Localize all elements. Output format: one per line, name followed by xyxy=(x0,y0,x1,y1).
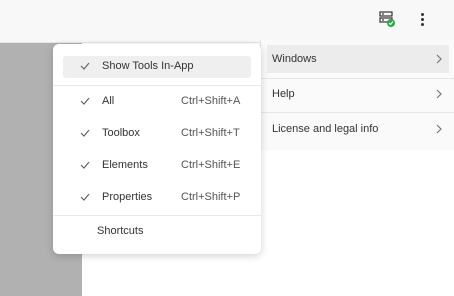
submenu-item-properties[interactable]: Properties Ctrl+Shift+P xyxy=(63,187,251,209)
menu-divider xyxy=(261,112,454,113)
chevron-right-icon xyxy=(436,89,442,99)
submenu-item-label: Properties xyxy=(102,191,153,203)
menu-divider xyxy=(261,78,454,79)
keyboard-shortcut: Ctrl+Shift+T xyxy=(181,127,240,139)
submenu-item-toolbox[interactable]: Toolbox Ctrl+Shift+T xyxy=(63,123,251,145)
submenu-item-shortcuts[interactable]: Shortcuts xyxy=(63,221,251,243)
keyboard-shortcut: Ctrl+Shift+P xyxy=(181,191,241,203)
submenu-item-label: All xyxy=(102,95,115,107)
submenu-item-label: Show Tools In-App xyxy=(102,60,194,72)
more-vertical-icon xyxy=(420,12,424,16)
submenu-divider xyxy=(53,215,261,216)
checkmark-icon xyxy=(80,193,90,201)
checkmark-icon xyxy=(80,62,90,70)
windows-submenu: Show Tools In-App All Ctrl+Shift+A Toolb… xyxy=(53,44,261,254)
menu-item-label: Windows xyxy=(272,53,317,65)
top-toolbar xyxy=(0,0,454,43)
main-menu: Windows Help License and legal info xyxy=(260,40,454,150)
submenu-divider xyxy=(53,85,261,86)
server-status-button[interactable] xyxy=(374,6,400,32)
chevron-right-icon xyxy=(436,54,442,64)
submenu-item-all[interactable]: All Ctrl+Shift+A xyxy=(63,91,251,113)
server-check-icon xyxy=(379,11,395,27)
checkmark-icon xyxy=(80,161,90,169)
menu-item-license[interactable]: License and legal info xyxy=(267,115,449,143)
submenu-item-elements[interactable]: Elements Ctrl+Shift+E xyxy=(63,155,251,177)
menu-item-label: Help xyxy=(272,88,295,100)
submenu-item-label: Elements xyxy=(102,159,148,171)
keyboard-shortcut: Ctrl+Shift+E xyxy=(181,159,241,171)
submenu-item-label: Toolbox xyxy=(102,127,140,139)
menu-item-label: License and legal info xyxy=(272,123,379,135)
checkmark-icon xyxy=(80,129,90,137)
submenu-item-show-tools[interactable]: Show Tools In-App xyxy=(63,56,251,78)
checkmark-icon xyxy=(80,97,90,105)
submenu-item-label: Shortcuts xyxy=(97,225,144,237)
keyboard-shortcut: Ctrl+Shift+A xyxy=(181,95,241,107)
menu-item-windows[interactable]: Windows xyxy=(267,45,449,73)
more-options-button[interactable] xyxy=(410,6,434,32)
chevron-right-icon xyxy=(436,124,442,134)
menu-item-help[interactable]: Help xyxy=(267,80,449,108)
